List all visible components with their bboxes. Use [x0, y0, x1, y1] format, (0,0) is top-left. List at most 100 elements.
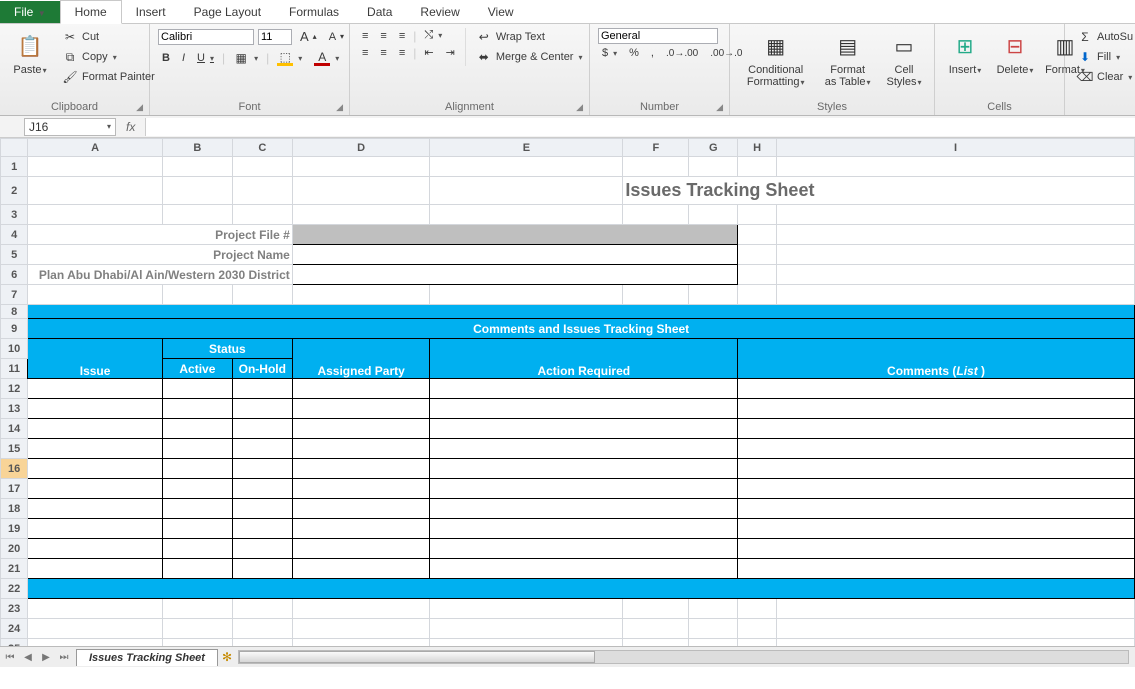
- cell[interactable]: [162, 599, 232, 619]
- new-sheet-button[interactable]: ✻: [222, 650, 232, 664]
- increase-decimal-button[interactable]: .0→.00: [662, 47, 702, 60]
- cell[interactable]: [162, 519, 232, 539]
- fill-button[interactable]: ⬇Fill▾: [1073, 48, 1124, 66]
- cell[interactable]: [232, 519, 292, 539]
- cell[interactable]: [232, 177, 292, 205]
- cell[interactable]: Project Name: [28, 245, 293, 265]
- cell[interactable]: On-Hold: [232, 359, 292, 379]
- row-header[interactable]: 24: [1, 619, 28, 639]
- cell[interactable]: [28, 579, 1135, 599]
- cell[interactable]: [162, 479, 232, 499]
- cell[interactable]: [232, 539, 292, 559]
- align-right-button[interactable]: ≡: [395, 46, 409, 60]
- cell[interactable]: Active: [162, 359, 232, 379]
- format-painter-button[interactable]: 🖌Format Painter: [58, 68, 159, 86]
- fx-label[interactable]: fx: [116, 120, 145, 134]
- cell[interactable]: [28, 479, 163, 499]
- tab-insert[interactable]: Insert: [122, 1, 180, 23]
- orientation-button[interactable]: ⤭▾: [420, 28, 446, 43]
- cell[interactable]: [292, 225, 737, 245]
- cell[interactable]: [777, 205, 1135, 225]
- cell[interactable]: [689, 619, 738, 639]
- column-header[interactable]: A: [28, 139, 163, 157]
- cell[interactable]: Assigned Party: [292, 339, 430, 379]
- column-header[interactable]: E: [430, 139, 623, 157]
- italic-button[interactable]: I: [178, 51, 189, 65]
- align-center-button[interactable]: ≡: [376, 46, 390, 60]
- row-header[interactable]: 10: [1, 339, 28, 359]
- cell[interactable]: [162, 499, 232, 519]
- cell[interactable]: [28, 619, 163, 639]
- cell[interactable]: [232, 419, 292, 439]
- cell[interactable]: [777, 225, 1135, 245]
- row-header[interactable]: 11: [1, 359, 28, 379]
- cell[interactable]: [292, 559, 430, 579]
- decrease-font-button[interactable]: A▾: [325, 30, 348, 44]
- cell[interactable]: [623, 619, 689, 639]
- align-left-button[interactable]: ≡: [358, 46, 372, 60]
- cell[interactable]: [232, 599, 292, 619]
- cell[interactable]: [28, 177, 163, 205]
- cell[interactable]: [162, 205, 232, 225]
- column-header[interactable]: H: [738, 139, 777, 157]
- cell[interactable]: [430, 459, 738, 479]
- font-color-button[interactable]: A▾: [310, 49, 343, 67]
- conditional-formatting-button[interactable]: ▦Conditional Formatting▾: [738, 28, 813, 90]
- sheet-tab-active[interactable]: Issues Tracking Sheet: [76, 649, 218, 666]
- row-header[interactable]: 2: [1, 177, 28, 205]
- cell[interactable]: [232, 285, 292, 305]
- horizontal-scrollbar[interactable]: [238, 650, 1129, 664]
- cell[interactable]: [292, 599, 430, 619]
- cell[interactable]: [430, 177, 623, 205]
- cell[interactable]: [777, 599, 1135, 619]
- cell[interactable]: [292, 459, 430, 479]
- row-header[interactable]: 3: [1, 205, 28, 225]
- cell[interactable]: [292, 245, 737, 265]
- increase-font-button[interactable]: A▴: [296, 28, 321, 45]
- cell[interactable]: [28, 559, 163, 579]
- cell[interactable]: [28, 539, 163, 559]
- cell[interactable]: [162, 285, 232, 305]
- cell[interactable]: [28, 519, 163, 539]
- row-header[interactable]: 16: [1, 459, 28, 479]
- cell[interactable]: [689, 205, 738, 225]
- tab-nav-prev[interactable]: ◀: [20, 649, 36, 665]
- cell[interactable]: [430, 205, 623, 225]
- cell[interactable]: [232, 157, 292, 177]
- cell[interactable]: [738, 399, 1135, 419]
- select-all-corner[interactable]: [1, 139, 28, 157]
- row-header[interactable]: 22: [1, 579, 28, 599]
- cell[interactable]: [738, 619, 777, 639]
- cell[interactable]: [430, 499, 738, 519]
- column-header[interactable]: F: [623, 139, 689, 157]
- dialog-launcher-icon[interactable]: ◢: [716, 102, 723, 113]
- cell[interactable]: [28, 305, 1135, 319]
- cell[interactable]: [689, 599, 738, 619]
- cell[interactable]: [292, 619, 430, 639]
- row-header[interactable]: 13: [1, 399, 28, 419]
- cell[interactable]: [232, 379, 292, 399]
- tab-nav-next[interactable]: ▶: [38, 649, 54, 665]
- row-header[interactable]: 19: [1, 519, 28, 539]
- tab-home[interactable]: Home: [60, 0, 122, 24]
- cell[interactable]: Issue: [28, 339, 163, 379]
- cell[interactable]: [292, 379, 430, 399]
- cell[interactable]: [232, 619, 292, 639]
- fill-color-button[interactable]: ⬚▾: [273, 49, 306, 67]
- row-header[interactable]: 5: [1, 245, 28, 265]
- cell[interactable]: [623, 205, 689, 225]
- cell[interactable]: [232, 439, 292, 459]
- paste-button[interactable]: 📋 Paste▾: [8, 28, 52, 78]
- number-format-select[interactable]: [598, 28, 718, 44]
- column-header[interactable]: C: [232, 139, 292, 157]
- row-header[interactable]: 18: [1, 499, 28, 519]
- font-size-select[interactable]: [258, 29, 292, 45]
- dialog-launcher-icon[interactable]: ◢: [336, 102, 343, 113]
- cell[interactable]: [777, 619, 1135, 639]
- cell[interactable]: [162, 559, 232, 579]
- dialog-launcher-icon[interactable]: ◢: [576, 102, 583, 113]
- formula-input[interactable]: [145, 118, 1135, 136]
- cell[interactable]: Plan Abu Dhabi/Al Ain/Western 2030 Distr…: [28, 265, 293, 285]
- row-header[interactable]: 17: [1, 479, 28, 499]
- cell[interactable]: [232, 559, 292, 579]
